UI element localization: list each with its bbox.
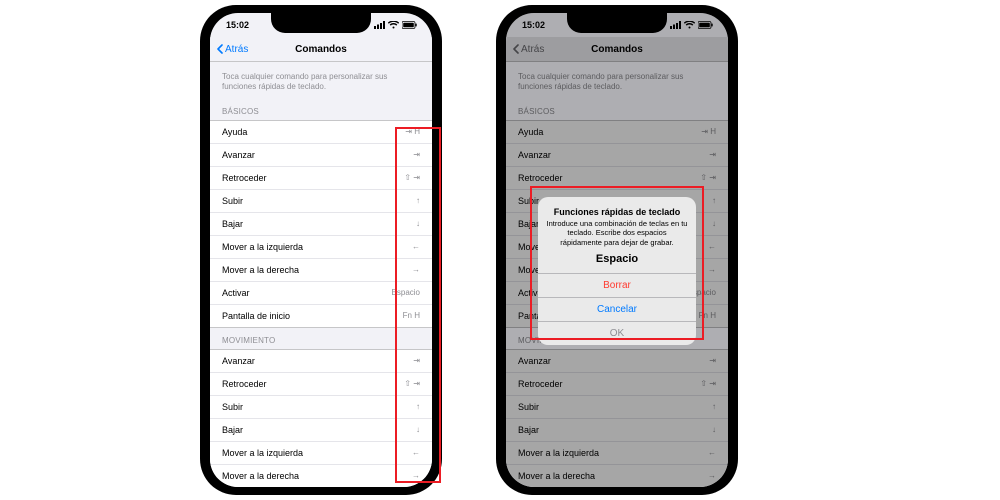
notch [567,13,667,33]
intro-hint: Toca cualquier comando para personalizar… [210,62,432,99]
list-basic: Ayuda⇥ H Avanzar⇥ Retroceder⇧ ⇥ Subir↑ B… [210,120,432,328]
shortcut-value: ← [412,448,420,457]
section-header-basic: BÁSICOS [210,99,432,120]
row-avanzar[interactable]: Avanzar⇥ [210,144,432,167]
alert-ok-button[interactable]: OK [538,321,696,345]
row-retroceder-2[interactable]: Retroceder⇧ ⇥ [210,373,432,396]
row-retroceder[interactable]: Retroceder⇧ ⇥ [210,167,432,190]
shortcut-value: → [412,265,420,274]
row-activar[interactable]: ActivarEspacio [210,282,432,305]
alert-title: Funciones rápidas de teclado [538,197,696,219]
shortcut-value: ↓ [416,219,420,228]
shortcut-value: ← [412,242,420,251]
row-mover-izq-2[interactable]: Mover a la izquierda← [210,442,432,465]
phone-right: 15:02 Atrás Comandos Toca cualquier coma… [496,5,738,495]
status-time: 15:02 [226,20,249,30]
signal-icon [374,21,385,29]
row-mover-der[interactable]: Mover a la derecha→ [210,259,432,282]
alert-current-value: Espacio [538,253,696,273]
back-button[interactable]: Atrás [216,44,248,55]
shortcut-value: ⇥ H [405,127,420,136]
row-mover-der-2[interactable]: Mover a la derecha→ [210,465,432,487]
shortcut-value: ⇥ [413,356,420,365]
scroll-content[interactable]: Toca cualquier comando para personalizar… [210,62,432,487]
row-subir[interactable]: Subir↑ [210,190,432,213]
alert-cancel-button[interactable]: Cancelar [538,297,696,321]
shortcut-value: Fn H [403,311,420,320]
alert-delete-button[interactable]: Borrar [538,273,696,297]
page-title: Comandos [295,44,347,55]
notch [271,13,371,33]
shortcut-value: ⇧ ⇥ [404,379,420,388]
back-label: Atrás [225,44,248,55]
wifi-icon [388,21,399,29]
row-ayuda[interactable]: Ayuda⇥ H [210,121,432,144]
row-pantalla-inicio[interactable]: Pantalla de inicioFn H [210,305,432,327]
list-movement: Avanzar⇥ Retroceder⇧ ⇥ Subir↑ Bajar↓ Mov… [210,349,432,487]
keyboard-shortcut-alert: Funciones rápidas de teclado Introduce u… [538,197,696,345]
row-bajar-2[interactable]: Bajar↓ [210,419,432,442]
row-mover-izq[interactable]: Mover a la izquierda← [210,236,432,259]
row-subir-2[interactable]: Subir↑ [210,396,432,419]
alert-message: Introduce una combinación de teclas en t… [538,219,696,253]
shortcut-value: ↑ [416,402,420,411]
shortcut-value: ↓ [416,425,420,434]
battery-icon [402,21,418,29]
nav-bar: Atrás Comandos [210,37,432,62]
shortcut-value: ⇥ [413,150,420,159]
shortcut-value: ↑ [416,196,420,205]
shortcut-value: Espacio [392,288,420,297]
row-avanzar-2[interactable]: Avanzar⇥ [210,350,432,373]
shortcut-value: → [412,471,420,480]
section-header-movement: MOVIMIENTO [210,328,432,349]
row-bajar[interactable]: Bajar↓ [210,213,432,236]
chevron-left-icon [216,44,223,54]
shortcut-value: ⇧ ⇥ [404,173,420,182]
phone-left: 15:02 Atrás Comandos Toca cualquier coma… [200,5,442,495]
